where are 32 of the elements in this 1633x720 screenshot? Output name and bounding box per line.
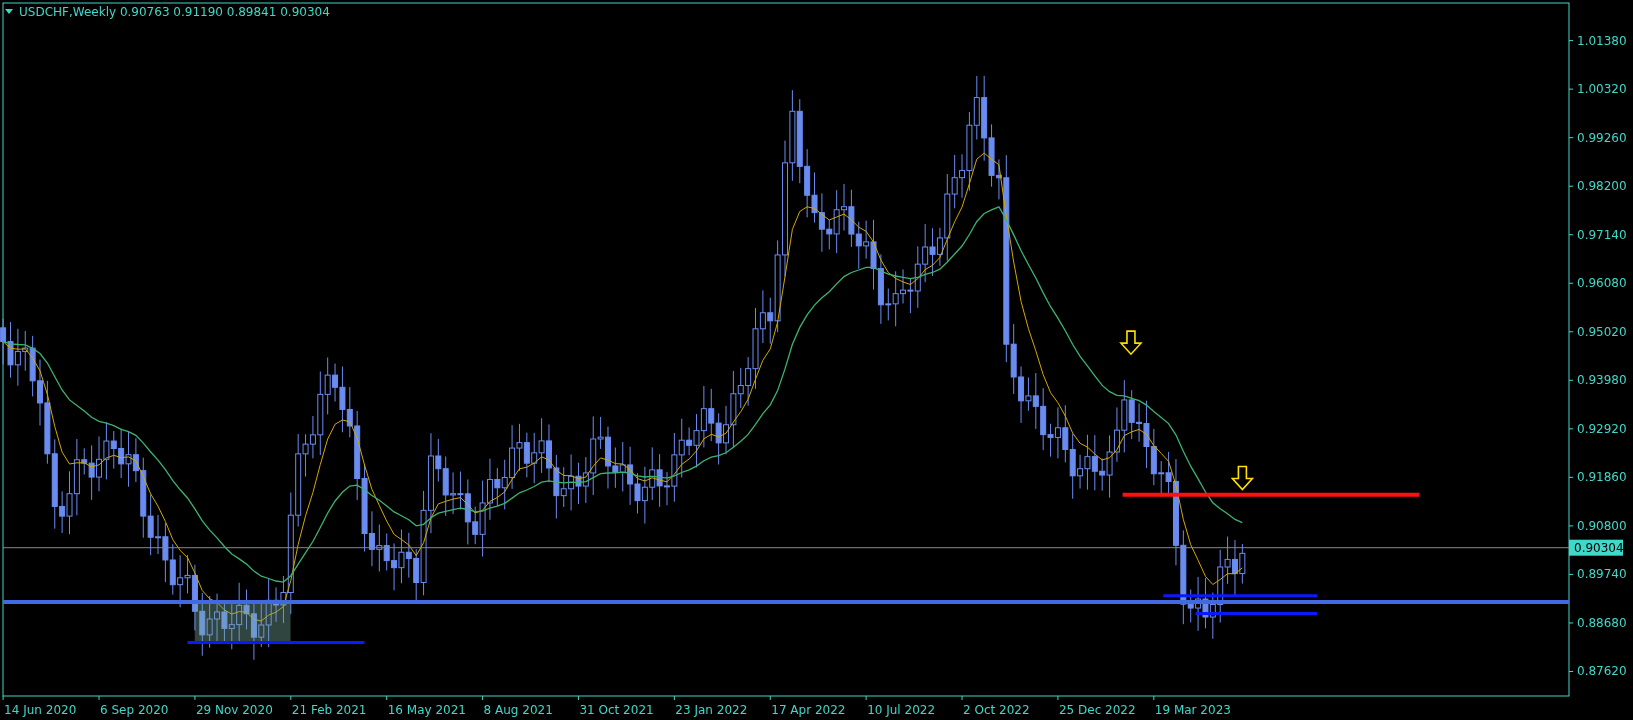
price-label: 0.92920	[1577, 421, 1627, 436]
date-label: 16 May 2021	[387, 703, 466, 717]
price-label: 1.01380	[1577, 33, 1627, 48]
price-label: 0.93980	[1577, 373, 1627, 388]
price-label: 0.99260	[1577, 130, 1627, 145]
price-label: 1.00320	[1577, 82, 1627, 97]
price-label: 0.98200	[1577, 179, 1627, 194]
dropdown-icon[interactable]	[5, 9, 13, 14]
date-label: 17 Apr 2022	[771, 703, 846, 717]
price-label: 0.90800	[1577, 518, 1627, 533]
chart-title: USDCHF,Weekly 0.90763 0.91190 0.89841 0.90304	[19, 5, 330, 19]
down-arrow-icon	[1119, 330, 1143, 356]
date-label: 6 Sep 2020	[100, 703, 169, 717]
date-label: 10 Jul 2022	[867, 703, 936, 717]
date-label: 25 Dec 2022	[1058, 703, 1136, 717]
date-label: 14 Jun 2020	[4, 703, 77, 717]
price-label: 0.87620	[1577, 664, 1627, 679]
price-label: 0.88680	[1577, 615, 1627, 630]
price-label: 0.97140	[1577, 227, 1627, 242]
date-label: 23 Jan 2022	[675, 703, 748, 717]
price-label: 0.95020	[1577, 324, 1627, 339]
down-arrow-icon	[1230, 465, 1255, 491]
price-label: 0.89740	[1577, 567, 1627, 582]
date-label: 19 Mar 2023	[1154, 703, 1231, 717]
price-label: 0.96080	[1577, 276, 1627, 291]
date-label: 2 Oct 2022	[963, 703, 1030, 717]
date-label: 21 Feb 2021	[291, 703, 367, 717]
date-label: 8 Aug 2021	[483, 703, 553, 717]
price-label: 0.91860	[1577, 470, 1627, 485]
date-label: 29 Nov 2020	[195, 703, 273, 717]
date-label: 31 Oct 2021	[579, 703, 654, 717]
current-price-label: 0.90304	[1569, 539, 1624, 556]
